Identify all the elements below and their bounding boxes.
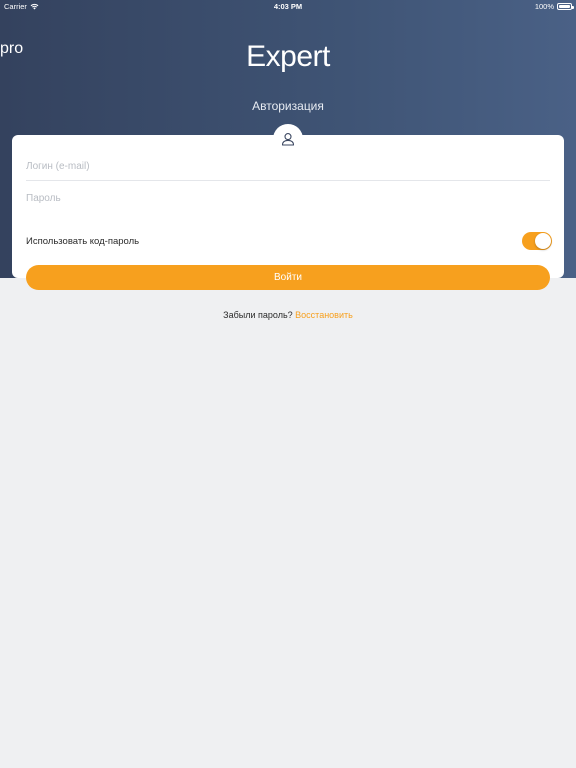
login-button[interactable]: Войти [26,265,550,290]
battery-group: 100% [534,2,574,11]
app-logo: Expert [0,40,576,74]
page-title: Авторизация [252,99,324,113]
battery-percent: 100% [534,2,554,11]
toggle-knob [535,233,551,249]
login-field[interactable] [26,153,550,181]
login-input[interactable] [26,161,550,172]
logo-sub: pro [0,40,24,57]
passcode-toggle[interactable] [522,232,552,250]
passcode-label: Использовать код-пароль [26,235,140,247]
status-time: 4:03 PM [273,2,303,11]
logo-wordmark: Expert [246,40,330,73]
passcode-row: Использовать код-пароль [26,230,552,252]
restore-password-link[interactable]: Восстановить [295,310,353,320]
forgot-password-text: Забыли пароль? [223,310,293,320]
battery-icon [557,3,574,10]
password-field[interactable] [26,184,550,212]
password-input[interactable] [26,192,550,204]
forgot-password-row: Забыли пароль? Восстановить [0,310,576,320]
status-bar: Carrier 4:03 PM 100% [0,0,576,13]
user-icon [281,133,295,146]
avatar [273,124,303,154]
